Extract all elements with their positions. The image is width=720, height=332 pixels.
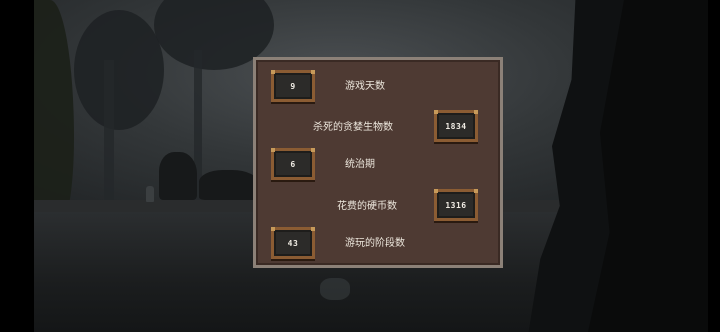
stat-label: 统治期	[345, 159, 375, 170]
game-screen: 9 游戏天数 杀死的贪婪生物数 1834 6 统治期 花费的硬币数 1316 4…	[0, 0, 720, 332]
stat-value: 1316	[445, 200, 467, 210]
stat-row-greed-killed: 杀死的贪婪生物数 1834	[271, 110, 491, 148]
stat-value-box: 6	[271, 148, 315, 180]
stat-row-reigns: 6 统治期	[271, 148, 491, 186]
stat-label: 游玩的阶段数	[345, 238, 405, 249]
tree-canopy	[74, 10, 164, 130]
stat-row-stages-played: 43 游玩的阶段数	[271, 227, 491, 265]
right-letterbox	[708, 0, 720, 332]
stat-label: 杀死的贪婪生物数	[313, 122, 393, 133]
stat-value-box: 1316	[434, 189, 478, 221]
stat-value-box: 9	[271, 70, 315, 102]
stat-value: 9	[290, 81, 296, 91]
stat-label: 游戏天数	[345, 81, 385, 92]
water-reflection	[320, 278, 350, 300]
boulder	[159, 152, 197, 200]
tree-trunk	[104, 60, 114, 205]
stat-row-days-played: 9 游戏天数	[271, 70, 491, 108]
player-character	[146, 186, 154, 202]
run-stats-panel: 9 游戏天数 杀死的贪婪生物数 1834 6 统治期 花费的硬币数 1316 4…	[253, 57, 503, 268]
stat-value: 6	[290, 159, 296, 169]
stat-value: 43	[287, 238, 299, 248]
stat-row-coins-spent: 花费的硬币数 1316	[271, 189, 491, 227]
left-letterbox	[0, 0, 34, 332]
stat-value-box: 43	[271, 227, 315, 259]
stat-label: 花费的硬币数	[337, 201, 397, 212]
stat-value: 1834	[445, 121, 467, 131]
boulder	[199, 170, 259, 200]
stat-value-box: 1834	[434, 110, 478, 142]
